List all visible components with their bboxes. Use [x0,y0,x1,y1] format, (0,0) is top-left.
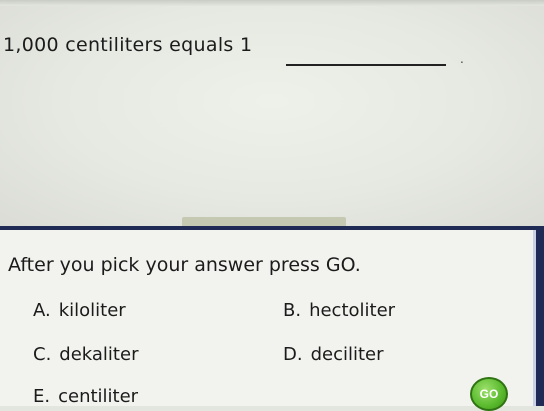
choice-c[interactable]: C. dekaliter [33,344,138,365]
choice-e[interactable]: E. centiliter [33,386,138,407]
choice-d-label: deciliter [310,344,384,365]
choice-c-letter: C. [33,344,52,365]
question-text: 1,000 centiliters equals 1 [3,34,253,56]
answer-panel: After you pick your answer press GO. A. k… [0,230,536,411]
choice-a-label: kiloliter [58,300,126,321]
choice-e-label: centiliter [58,386,139,407]
choice-b-letter: B. [283,300,302,321]
question-punctuation: . [460,52,464,66]
top-strip [0,0,544,6]
answer-blank [286,64,446,66]
choice-b-label: hectoliter [309,300,396,321]
instruction-text: After you pick your answer press GO. [8,254,361,276]
choice-b[interactable]: B. hectoliter [283,300,395,321]
choice-e-letter: E. [33,386,51,407]
question-area: 1,000 centiliters equals 1 . [0,0,544,227]
choice-a-letter: A. [33,300,51,321]
choice-d-letter: D. [283,344,303,365]
choice-a[interactable]: A. kiloliter [33,300,126,321]
go-button-label: GO [479,387,499,401]
choice-c-label: dekaliter [59,344,139,365]
choice-d[interactable]: D. deciliter [283,344,384,365]
